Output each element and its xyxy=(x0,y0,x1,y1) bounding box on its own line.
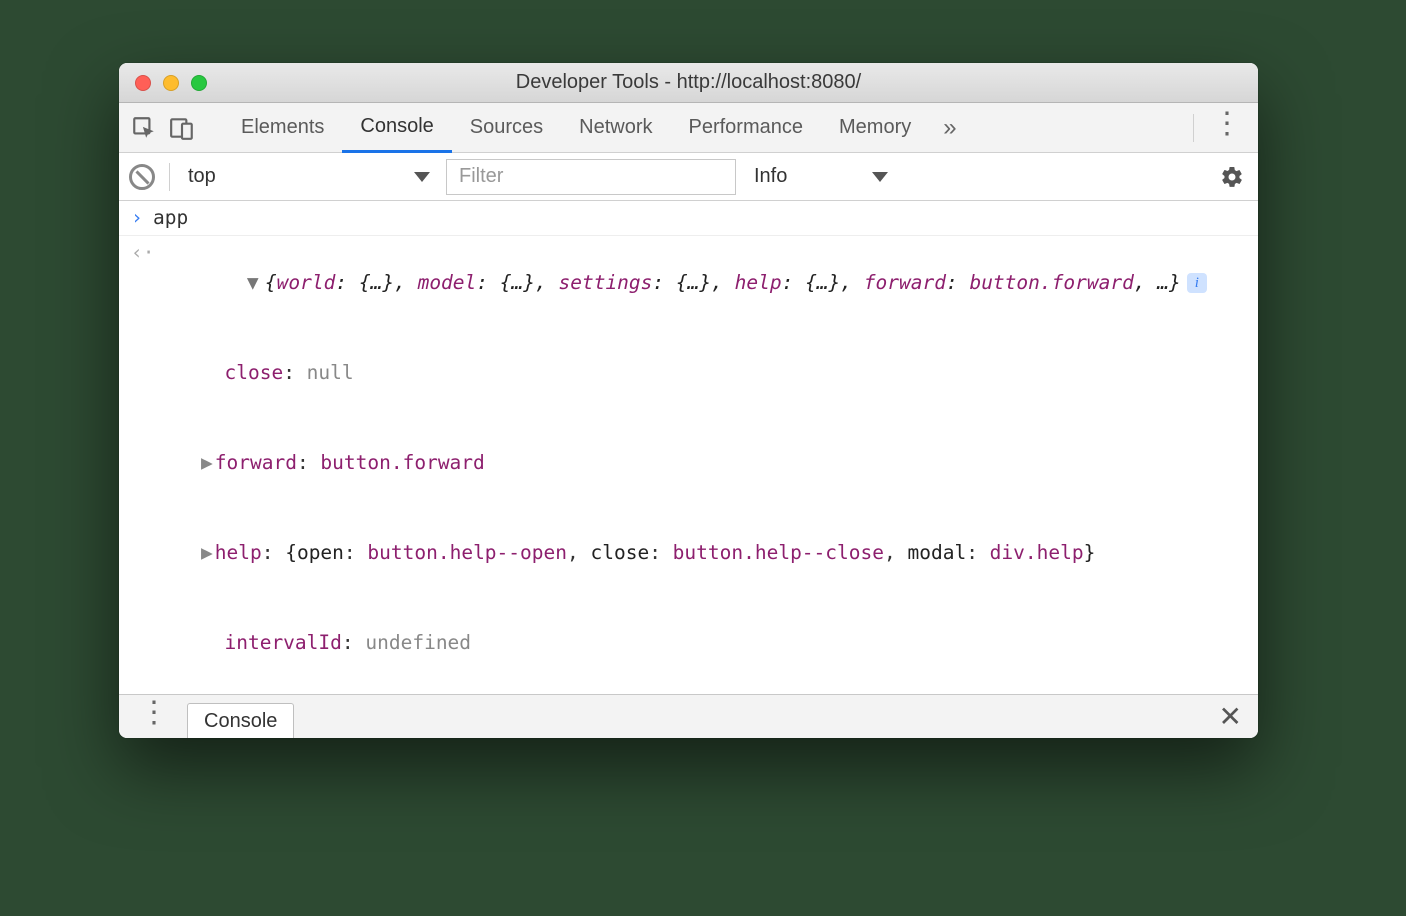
drawer-tab-console[interactable]: Console xyxy=(187,703,294,739)
object-summary[interactable]: {world: {…}, model: {…}, settings: {…}, … xyxy=(265,271,1181,294)
tab-performance[interactable]: Performance xyxy=(671,103,822,153)
close-drawer-icon[interactable]: ✕ xyxy=(1219,700,1248,733)
drawer-bar: ⋮ Console ✕ xyxy=(119,694,1258,738)
input-text: app xyxy=(153,203,1246,233)
titlebar: Developer Tools - http://localhost:8080/ xyxy=(119,63,1258,103)
drawer-menu-icon[interactable]: ⋮ xyxy=(129,707,177,727)
prop-close[interactable]: close: null xyxy=(153,358,1246,388)
log-level-label: Info xyxy=(754,165,787,188)
output-prompt-icon: ‹· xyxy=(131,238,153,268)
tab-elements[interactable]: Elements xyxy=(223,103,342,153)
panel-tabs: Elements Console Sources Network Perform… xyxy=(119,103,1258,153)
log-level-select[interactable]: Info xyxy=(742,159,898,195)
clear-console-icon[interactable] xyxy=(129,164,155,190)
console-output: › app ‹· ▼{world: {…}, model: {…}, setti… xyxy=(119,201,1258,694)
close-window-button[interactable] xyxy=(135,75,151,91)
drawer-tab-label: Console xyxy=(204,710,277,733)
separator xyxy=(1193,114,1194,142)
zoom-window-button[interactable] xyxy=(191,75,207,91)
prop-forward[interactable]: ▶forward: button.forward xyxy=(153,448,1246,478)
result-content: ▼{world: {…}, model: {…}, settings: {…},… xyxy=(153,238,1246,694)
tab-console[interactable]: Console xyxy=(342,103,451,153)
console-settings-icon[interactable] xyxy=(1220,165,1244,189)
prop-intervalid[interactable]: intervalId: undefined xyxy=(153,628,1246,658)
devtools-window: Developer Tools - http://localhost:8080/… xyxy=(119,63,1258,738)
inspect-element-icon[interactable] xyxy=(131,115,157,141)
prop-help[interactable]: ▶help: {open: button.help--open, close: … xyxy=(153,538,1246,568)
tabs-overflow-button[interactable]: » xyxy=(929,114,970,142)
expand-toggle-icon[interactable]: ▼ xyxy=(247,268,265,298)
chevron-down-icon xyxy=(872,172,888,182)
console-toolbar: top Info xyxy=(119,153,1258,201)
execution-context-select[interactable]: top xyxy=(176,159,440,195)
input-prompt-icon: › xyxy=(131,203,153,233)
filter-input[interactable] xyxy=(446,159,736,195)
tab-sources[interactable]: Sources xyxy=(452,103,561,153)
device-toolbar-icon[interactable] xyxy=(169,115,195,141)
minimize-window-button[interactable] xyxy=(163,75,179,91)
tab-memory[interactable]: Memory xyxy=(821,103,929,153)
more-options-icon[interactable]: ⋮ xyxy=(1202,118,1250,138)
console-result: ‹· ▼{world: {…}, model: {…}, settings: {… xyxy=(119,236,1258,694)
window-title: Developer Tools - http://localhost:8080/ xyxy=(119,71,1258,94)
info-badge-icon[interactable]: i xyxy=(1187,273,1207,293)
separator xyxy=(169,163,170,191)
execution-context-label: top xyxy=(188,165,216,188)
tab-network[interactable]: Network xyxy=(561,103,670,153)
chevron-down-icon xyxy=(414,172,430,182)
traffic-lights xyxy=(135,75,207,91)
console-input-echo: › app xyxy=(119,201,1258,236)
